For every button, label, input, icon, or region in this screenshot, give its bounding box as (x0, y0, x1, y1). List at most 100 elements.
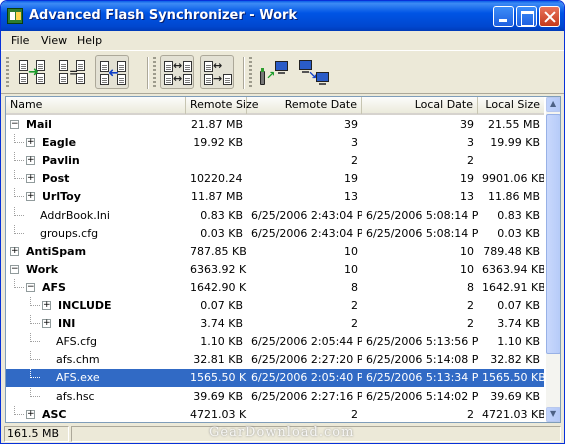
sync-remote-to-local-button[interactable]: ➜ (95, 55, 129, 89)
title-bar[interactable]: Advanced Flash Synchronizer - Work (1, 1, 564, 31)
remote-size-cell: 21.87 MB (190, 118, 243, 131)
local-size-cell: 32.82 KB (490, 353, 540, 366)
remote-date-cell: 10 (344, 245, 358, 258)
column-header-local-date[interactable]: Local Date (362, 97, 478, 114)
remote-size-cell: 0.83 KB (200, 209, 243, 222)
remote-date-cell: 6/25/2006 2:43:04 PM (251, 227, 362, 240)
scroll-down-button[interactable]: ▼ (546, 407, 560, 422)
name-cell: AFS.cfg (6, 333, 186, 351)
folder-row[interactable]: + Post 10220.24 KB 19 19 9901.06 KB (6, 170, 544, 188)
remote-size-cell (186, 152, 247, 170)
name-cell: AddrBook.Ini (6, 207, 186, 225)
file-row[interactable]: afs.hsc 39.69 KB 6/25/2006 2:27:16 PM 6/25/… (6, 388, 544, 406)
tree-connector (14, 188, 24, 197)
scroll-thumb[interactable] (546, 114, 560, 354)
menu-view[interactable]: View (41, 34, 67, 47)
pc-to-pc-button[interactable]: ↘ (297, 55, 331, 89)
remote-size-cell: 19.92 KB (193, 136, 243, 149)
compare-view-button[interactable]: ↔ ↔ (160, 55, 194, 89)
scroll-up-button[interactable]: ▲ (546, 97, 560, 112)
collapse-icon[interactable]: − (26, 283, 35, 292)
name-cell: − Mail (6, 116, 186, 134)
folder-row[interactable]: + INCLUDE 0.07 KB 2 2 0.07 KB (6, 297, 544, 315)
column-header-local-size[interactable]: Local Size (478, 97, 544, 114)
maximize-button[interactable] (516, 6, 537, 27)
collapse-icon[interactable]: − (10, 265, 19, 274)
file-row[interactable]: AFS.exe 1565.50 KB 6/25/2006 2:05:40 PM 6/2… (6, 369, 544, 387)
remote-date-cell: 10 (344, 263, 358, 276)
one-way-view-button[interactable]: ↔ → (200, 55, 234, 89)
tree-connector (14, 225, 24, 234)
tree-connector (14, 279, 24, 288)
item-name: ASC (42, 408, 67, 421)
folder-row[interactable]: −AFS 1642.90 KB 8 8 1642.91 KB (6, 279, 544, 297)
expand-icon[interactable]: + (26, 156, 35, 165)
expand-icon[interactable]: + (42, 319, 51, 328)
expand-icon[interactable]: + (26, 410, 35, 419)
local-date-cell: 6/25/2006 5:08:14 PM (366, 227, 478, 240)
usb-to-pc-button[interactable]: ↗ (257, 55, 291, 89)
folder-row[interactable]: + INI 3.74 KB 2 2 3.74 KB (6, 315, 544, 333)
column-header-name[interactable]: Name (6, 97, 186, 114)
menu-file[interactable]: File (11, 34, 29, 47)
tree-connector (14, 152, 24, 161)
arrow-up-icon: ▲ (550, 99, 557, 108)
column-header-remote-size[interactable]: Remote Size (186, 97, 259, 114)
name-cell: + ASC (6, 406, 186, 422)
expand-icon[interactable]: + (10, 247, 19, 256)
minimize-button[interactable] (493, 6, 514, 27)
copy-all-button[interactable]: = (55, 55, 89, 89)
remote-date-cell: 19 (344, 172, 358, 185)
menu-help[interactable]: Help (77, 34, 102, 47)
folder-row[interactable]: + AntiSpam 787.85 KB 10 10 789.48 KB (6, 243, 544, 261)
tree-connector (30, 388, 40, 397)
file-row[interactable]: afs.chm 32.81 KB 6/25/2006 2:27:20 PM 6/25/… (6, 351, 544, 369)
remote-size-cell: 39.69 KB (193, 390, 243, 403)
item-name: INCLUDE (58, 299, 112, 312)
toolbar-grip[interactable] (153, 57, 156, 89)
folder-row[interactable]: + UrlToy 11.87 MB 13 13 11.86 MB (6, 188, 544, 206)
folder-row[interactable]: −Work 6363.92 KB 10 10 6363.94 KB (6, 261, 544, 279)
column-header-remote-date[interactable]: Remote Date (247, 97, 362, 114)
local-date-cell: 6/25/2006 5:13:34 PM (366, 371, 478, 384)
remote-date-cell: 2 (351, 317, 358, 330)
file-compare-list[interactable]: Name Remote Size Remote Date Local Date … (5, 96, 561, 423)
expand-icon[interactable]: + (26, 192, 35, 201)
toolbar-grip[interactable] (6, 57, 9, 89)
name-cell: − Work (6, 261, 186, 279)
item-name: Work (26, 263, 59, 276)
remote-size-cell: 1565.50 KB (190, 371, 247, 384)
remote-size-cell: 4721.03 KB (190, 408, 247, 421)
remote-size-cell: 3.74 KB (200, 317, 243, 330)
file-row[interactable]: AFS.cfg 1.10 KB 6/25/2006 2:05:44 PM 6/25/2… (6, 333, 544, 351)
collapse-icon[interactable]: − (10, 120, 19, 129)
name-cell: + Pavlin (6, 152, 186, 170)
toolbar: ➜ = ➜ ↔ ↔ ↔ → ↗ ↘ (1, 50, 564, 94)
file-row[interactable]: groups.cfg 0.03 KB 6/25/2006 2:43:04 PM 6/2… (6, 225, 544, 243)
folder-row[interactable]: + Pavlin 2 2 (6, 152, 544, 170)
vertical-scrollbar[interactable]: ▲ ▼ (546, 97, 560, 422)
close-button[interactable] (539, 6, 560, 27)
arrow-down-icon: ▼ (550, 409, 557, 418)
toolbar-grip[interactable] (249, 57, 252, 89)
tree-connector (14, 207, 24, 216)
expand-icon[interactable]: + (26, 138, 35, 147)
expand-icon[interactable]: + (26, 174, 35, 183)
local-size-cell: 1565.50 KB (482, 371, 544, 384)
expand-icon[interactable]: + (42, 301, 51, 310)
local-date-cell: 2 (467, 154, 474, 167)
folder-row[interactable]: − Mail 21.87 MB 39 39 21.55 MB (6, 116, 544, 134)
item-name: AddrBook.Ini (40, 209, 110, 222)
name-cell: groups.cfg (6, 225, 186, 243)
item-name: afs.hsc (56, 390, 95, 403)
local-size-cell: 0.03 KB (497, 227, 540, 240)
local-date-cell: 6/25/2006 5:14:02 PM (366, 390, 478, 403)
remote-size-cell: 1.10 KB (200, 335, 243, 348)
local-size-cell: 6363.94 KB (482, 263, 544, 276)
local-size-cell: 39.69 KB (490, 390, 540, 403)
app-logo-icon[interactable] (7, 8, 23, 24)
sync-local-to-remote-button[interactable]: ➜ (15, 55, 49, 89)
folder-row[interactable]: + ASC 4721.03 KB 2 2 4721.03 KB (6, 406, 544, 422)
file-row[interactable]: AddrBook.Ini 0.83 KB 6/25/2006 2:43:04 PM 6… (6, 207, 544, 225)
folder-row[interactable]: + Eagle 19.92 KB 3 3 19.99 KB (6, 134, 544, 152)
